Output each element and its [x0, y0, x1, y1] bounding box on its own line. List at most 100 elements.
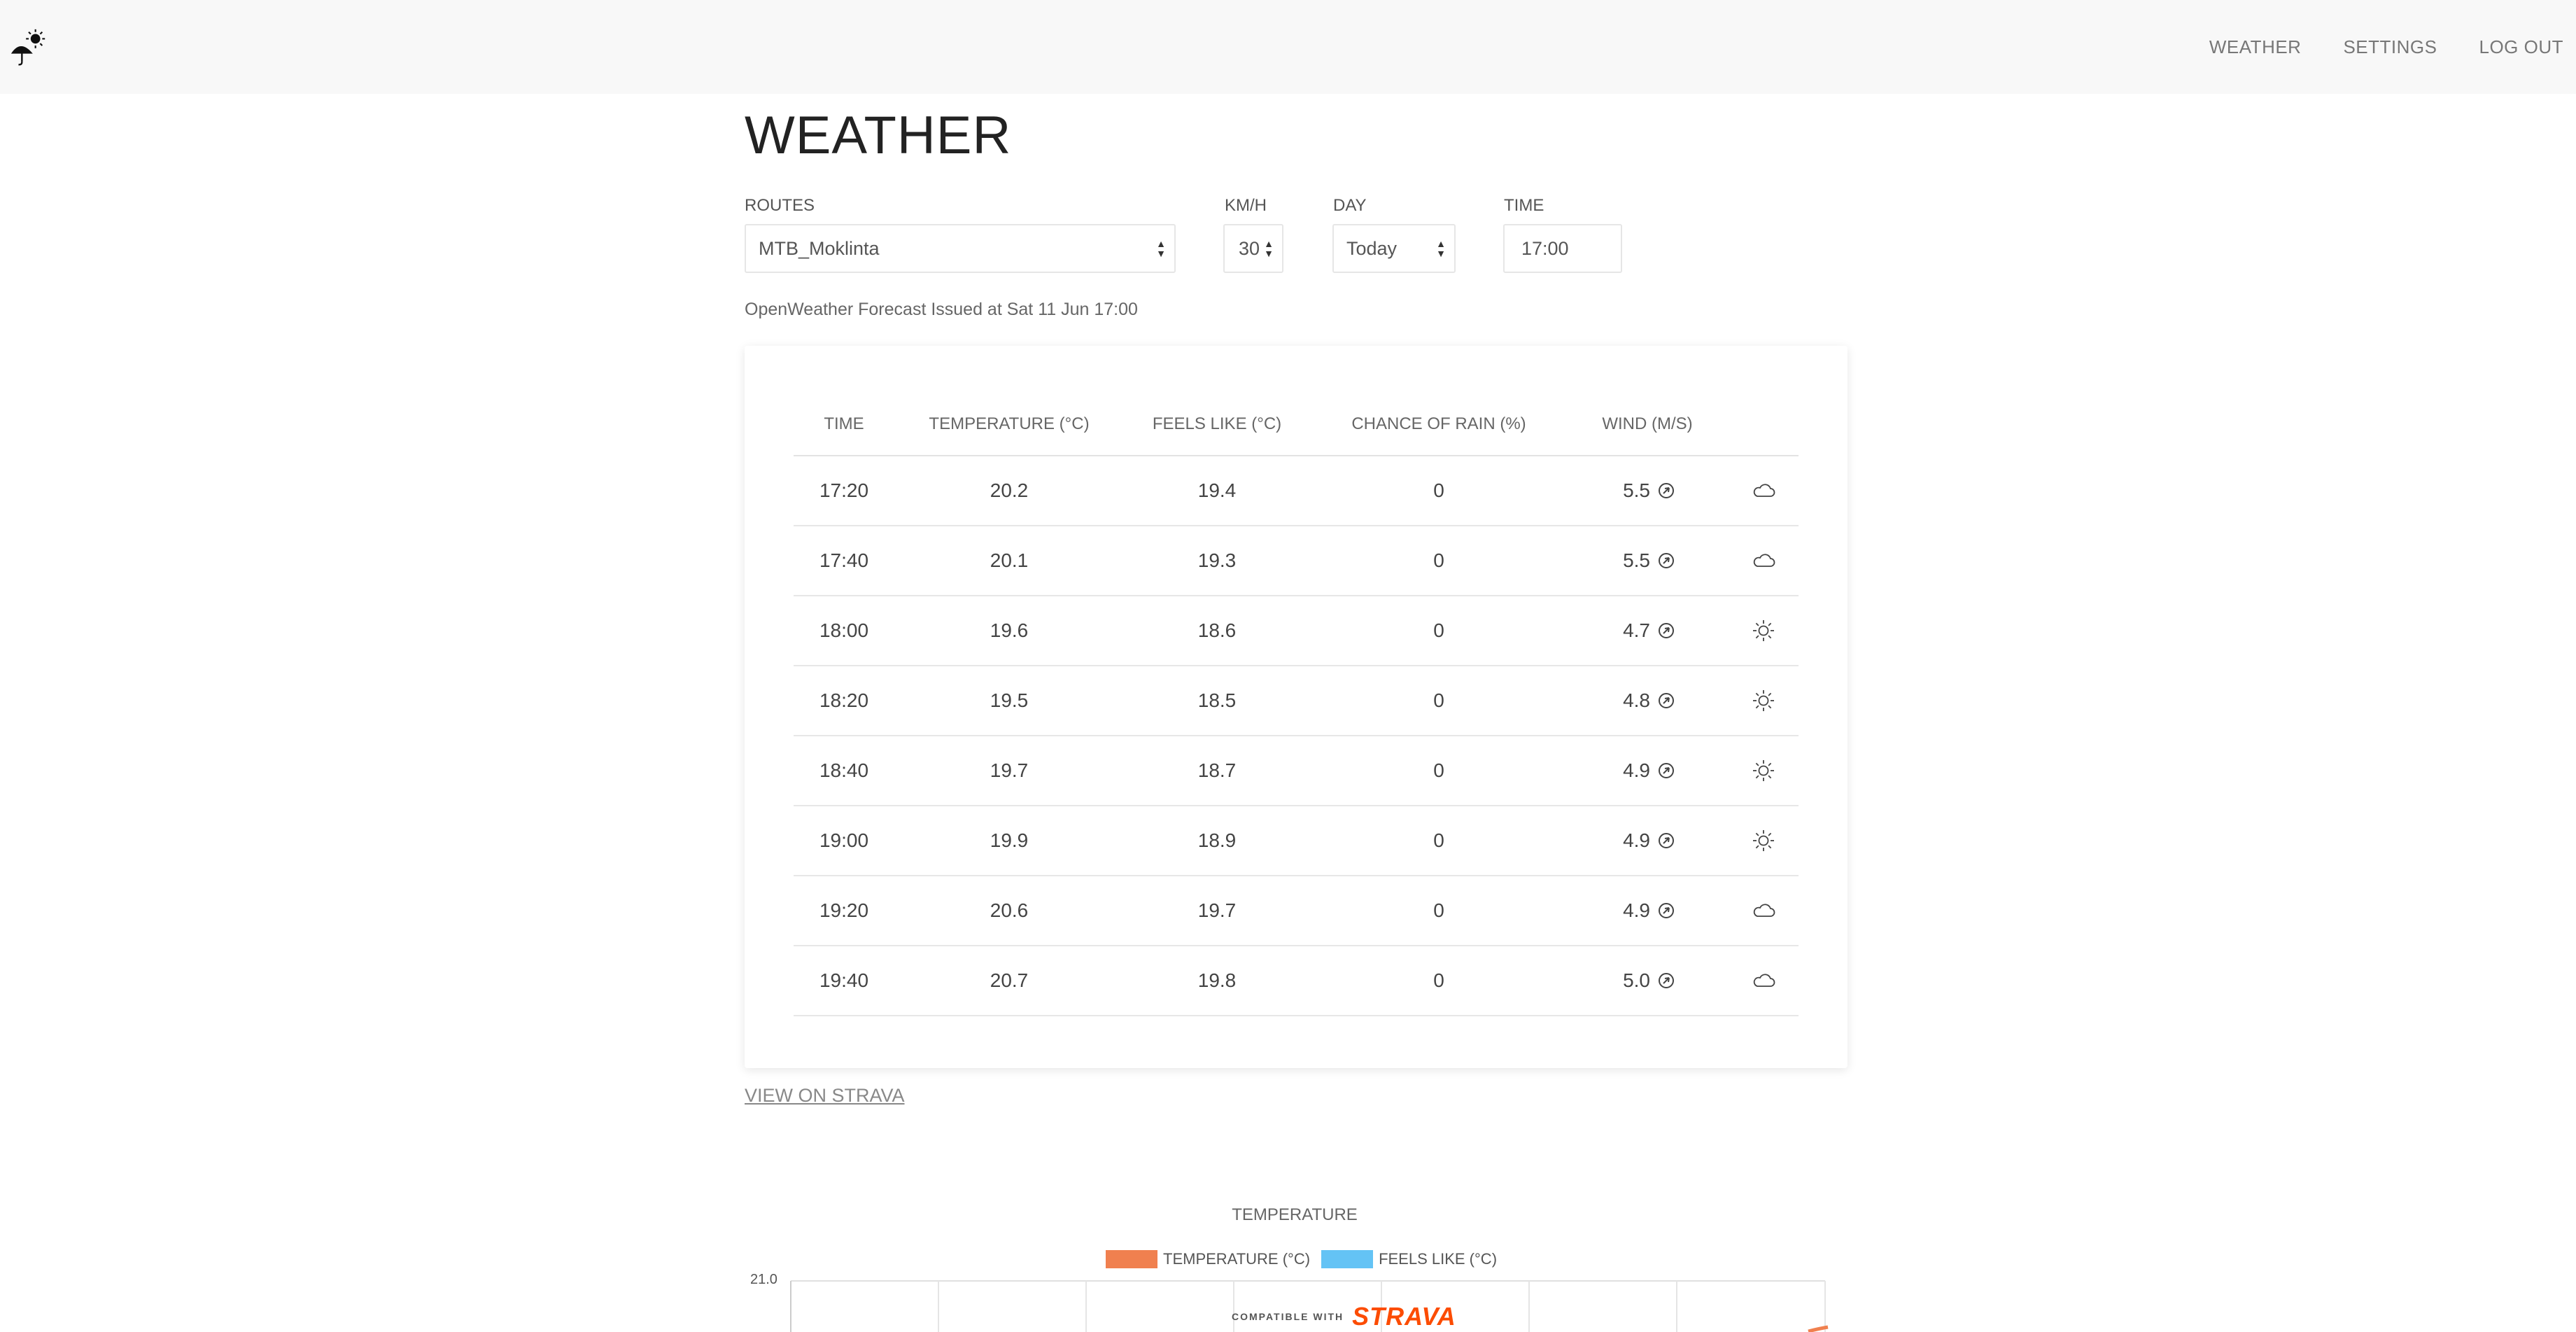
table-row: 18:00 19.6 18.6 0 4.7	[794, 596, 1799, 666]
routes-select[interactable]: MTB_Moklinta ▲ ▼	[745, 224, 1176, 273]
forecast-table: TIME TEMPERATURE (°C) FEELS LIKE (°C) CH…	[794, 409, 1799, 1016]
wind-speed-value: 4.8	[1623, 689, 1650, 711]
speed-select[interactable]: 30 ▲ ▼	[1223, 224, 1283, 273]
nav-settings-link[interactable]: SETTINGS	[2343, 36, 2437, 58]
header-temperature: TEMPERATURE (°C)	[929, 414, 1090, 433]
cell-time: 17:40	[819, 549, 869, 571]
cell-feels-like: 18.7	[1197, 759, 1237, 781]
cell-chance-of-rain: 0	[1433, 899, 1444, 921]
cell-temperature: 20.2	[990, 479, 1029, 501]
time-input-value: 17:00	[1521, 237, 1569, 259]
wind-speed-value: 5.0	[1623, 969, 1650, 991]
cell-chance-of-rain: 0	[1433, 969, 1444, 991]
header-feels-like: FEELS LIKE (°C)	[1152, 414, 1282, 433]
cell-wind: 4.8	[1577, 666, 1675, 735]
cell-temperature: 19.6	[990, 619, 1029, 641]
cell-time: 18:40	[819, 759, 869, 781]
cell-temperature: 19.7	[990, 759, 1029, 781]
table-row: 18:20 19.5 18.5 0 4.8	[794, 666, 1799, 736]
cell-wind: 5.0	[1577, 946, 1675, 1015]
legend-swatch-feels-like	[1321, 1250, 1374, 1268]
table-row: 18:40 19.7 18.7 0 4.9	[794, 736, 1799, 806]
y-tick-label-top: 21.0	[750, 1272, 777, 1287]
legend-label-feels-like: FEELS LIKE (°C)	[1379, 1250, 1498, 1268]
cell-feels-like: 19.4	[1197, 479, 1237, 501]
cell-feels-like: 18.5	[1197, 689, 1237, 711]
wind-direction-icon	[1654, 972, 1675, 990]
cell-wind: 5.5	[1577, 526, 1675, 595]
select-arrows-icon: ▲ ▼	[1156, 238, 1166, 259]
day-select-value: Today	[1346, 237, 1398, 259]
cloud-icon	[1751, 946, 1776, 1015]
cell-chance-of-rain: 0	[1433, 479, 1444, 501]
legend-swatch-temperature	[1106, 1250, 1157, 1268]
cell-temperature: 20.1	[990, 549, 1029, 571]
cell-chance-of-rain: 0	[1433, 829, 1444, 851]
cloud-icon	[1751, 876, 1776, 945]
day-select[interactable]: Today ▲ ▼	[1332, 224, 1456, 273]
cell-wind: 4.9	[1577, 806, 1675, 875]
cell-feels-like: 19.7	[1197, 899, 1237, 921]
page-title: WEATHER	[745, 106, 1012, 165]
table-row: 19:00 19.9 18.9 0 4.9	[794, 806, 1799, 876]
cell-chance-of-rain: 0	[1433, 759, 1444, 781]
cloud-icon	[1751, 456, 1776, 525]
forecast-issued-text: OpenWeather Forecast Issued at Sat 11 Ju…	[745, 300, 1138, 319]
header-chance-of-rain: CHANCE OF RAIN (%)	[1351, 414, 1526, 433]
time-input[interactable]: 17:00	[1503, 224, 1622, 273]
cell-time: 19:00	[819, 829, 869, 851]
wind-direction-icon	[1654, 622, 1675, 640]
cell-temperature: 20.7	[990, 969, 1029, 991]
sun-icon	[1751, 596, 1776, 665]
cell-feels-like: 19.3	[1197, 549, 1237, 571]
sun-icon	[1751, 806, 1776, 875]
cell-wind: 4.9	[1577, 876, 1675, 945]
routes-select-value: MTB_Moklinta	[759, 237, 880, 259]
day-label: DAY	[1333, 196, 1367, 215]
wind-speed-value: 4.9	[1623, 899, 1650, 921]
table-row: 17:20 20.2 19.4 0 5.5	[794, 456, 1799, 526]
speed-select-value: 30	[1239, 237, 1260, 259]
wind-direction-icon	[1654, 762, 1675, 780]
view-on-strava-link[interactable]: VIEW ON STRAVA	[745, 1085, 905, 1107]
cell-chance-of-rain: 0	[1433, 619, 1444, 641]
wind-speed-value: 5.5	[1623, 549, 1650, 571]
cell-feels-like: 18.6	[1197, 619, 1237, 641]
wind-speed-value: 5.5	[1623, 479, 1650, 501]
sun-icon	[1751, 666, 1776, 735]
cell-wind: 5.5	[1577, 456, 1675, 525]
cell-feels-like: 18.9	[1197, 829, 1237, 851]
cell-time: 18:00	[819, 619, 869, 641]
cell-time: 19:40	[819, 969, 869, 991]
navbar: WEATHER SETTINGS LOG OUT	[0, 0, 2576, 94]
cloud-icon	[1751, 526, 1776, 595]
wind-speed-value: 4.9	[1623, 759, 1650, 781]
cell-chance-of-rain: 0	[1433, 689, 1444, 711]
wind-speed-value: 4.7	[1623, 619, 1650, 641]
nav-links: WEATHER SETTINGS LOG OUT	[2209, 0, 2576, 94]
cell-wind: 4.9	[1577, 736, 1675, 805]
time-label: TIME	[1504, 196, 1544, 215]
table-row: 19:40 20.7 19.8 0 5.0	[794, 946, 1799, 1016]
legend-label-temperature: TEMPERATURE (°C)	[1163, 1250, 1311, 1268]
cell-wind: 4.7	[1577, 596, 1675, 665]
strava-badge: COMPATIBLE WITH STRAVA	[1232, 1302, 1456, 1331]
forecast-card: TIME TEMPERATURE (°C) FEELS LIKE (°C) CH…	[745, 346, 1847, 1068]
cell-time: 17:20	[819, 479, 869, 501]
nav-logout-link[interactable]: LOG OUT	[2479, 36, 2563, 58]
wind-direction-icon	[1654, 832, 1675, 850]
umbrella-sun-logo-icon[interactable]	[8, 27, 49, 67]
nav-weather-link[interactable]: WEATHER	[2209, 36, 2302, 58]
wind-direction-icon	[1654, 552, 1675, 570]
header-time: TIME	[824, 414, 864, 433]
sun-icon	[1751, 736, 1776, 805]
routes-label: ROUTES	[745, 196, 815, 215]
cell-feels-like: 19.8	[1197, 969, 1237, 991]
legend-item-feels-like[interactable]: FEELS LIKE (°C)	[1321, 1250, 1497, 1268]
chart-legend: TEMPERATURE (°C) FEELS LIKE (°C)	[1106, 1250, 1508, 1268]
wind-direction-icon	[1654, 692, 1675, 710]
wind-speed-value: 4.9	[1623, 829, 1650, 851]
cell-temperature: 19.5	[990, 689, 1029, 711]
strava-logo: STRAVA	[1352, 1302, 1456, 1331]
legend-item-temperature[interactable]: TEMPERATURE (°C)	[1106, 1250, 1310, 1268]
